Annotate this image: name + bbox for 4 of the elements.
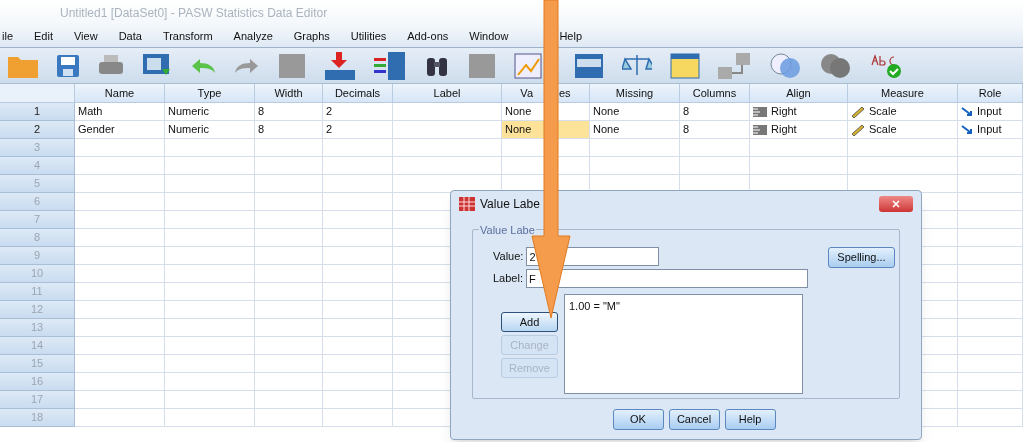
- window-title: Untitled1 [DataSet0] - PASW Statistics Data Editor: [60, 5, 328, 22]
- field-label: Value:: [493, 249, 524, 265]
- field-label: Label:: [493, 271, 523, 287]
- dialog-title: Value Labe: [480, 196, 540, 213]
